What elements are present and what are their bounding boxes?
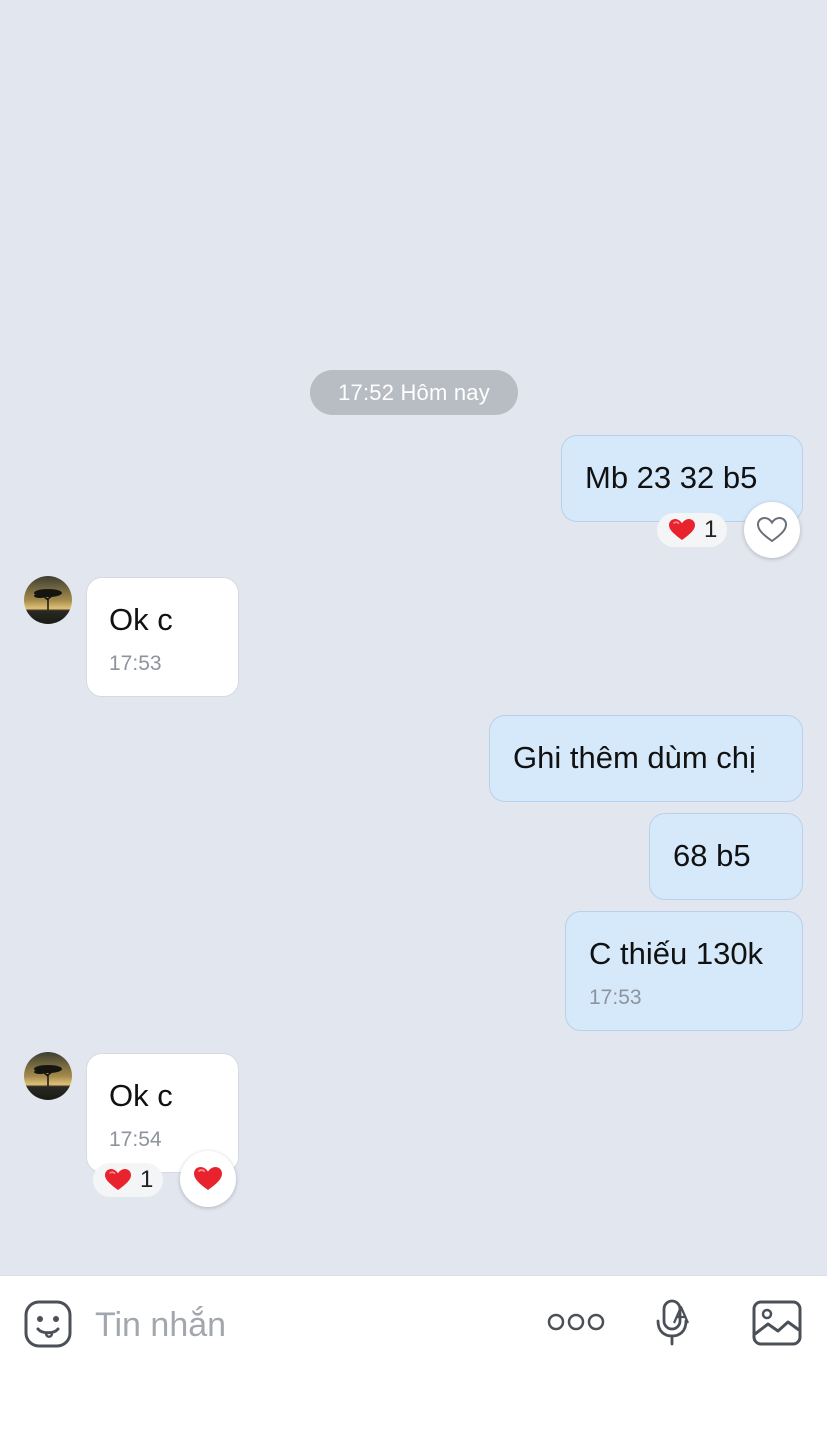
- reaction-summary[interactable]: 1: [93, 1163, 164, 1197]
- avatar[interactable]: [24, 576, 72, 624]
- image-icon[interactable]: [752, 1300, 802, 1346]
- reaction-summary[interactable]: 1: [657, 513, 728, 547]
- message-time: 17:54: [109, 1128, 162, 1151]
- avatar[interactable]: [24, 1052, 72, 1100]
- heart-outline-icon: [756, 516, 788, 543]
- heart-icon: [194, 1167, 222, 1190]
- date-divider: 17:52 Hôm nay: [310, 370, 518, 415]
- react-button[interactable]: [180, 1151, 236, 1207]
- message-bubble-outgoing[interactable]: C thiếu 130k 17:53: [565, 911, 803, 1031]
- reaction-count: 1: [704, 516, 718, 543]
- message-text: C thiếu 130k: [589, 936, 764, 971]
- message-time: 17:53: [589, 986, 642, 1009]
- voice-to-text-icon[interactable]: [654, 1299, 694, 1347]
- message-text: 68 b5: [673, 838, 751, 873]
- message-time: 17:53: [109, 652, 162, 675]
- message-bubble-outgoing[interactable]: 68 b5: [649, 813, 803, 900]
- reaction-count: 1: [140, 1166, 154, 1193]
- message-bubble-outgoing[interactable]: Ghi thêm dùm chị: [489, 715, 803, 802]
- message-bubble-incoming[interactable]: Ok c 17:53: [86, 577, 239, 697]
- message-input[interactable]: Tin nhắn: [95, 1306, 226, 1345]
- chat-area: 17:52 Hôm nay Mb 23 32 b5 1 Ok c 17:53 G…: [0, 0, 827, 1275]
- heart-icon: [105, 1169, 131, 1190]
- sticker-icon[interactable]: [24, 1300, 72, 1348]
- message-text: Ghi thêm dùm chị: [513, 740, 756, 775]
- more-icon[interactable]: [547, 1309, 605, 1335]
- react-button[interactable]: [744, 502, 800, 558]
- message-text: Mb 23 32 b5: [585, 460, 758, 495]
- message-text: Ok c: [109, 602, 173, 637]
- heart-icon: [669, 519, 695, 540]
- message-text: Ok c: [109, 1078, 173, 1113]
- message-composer: Tin nhắn: [0, 1275, 827, 1438]
